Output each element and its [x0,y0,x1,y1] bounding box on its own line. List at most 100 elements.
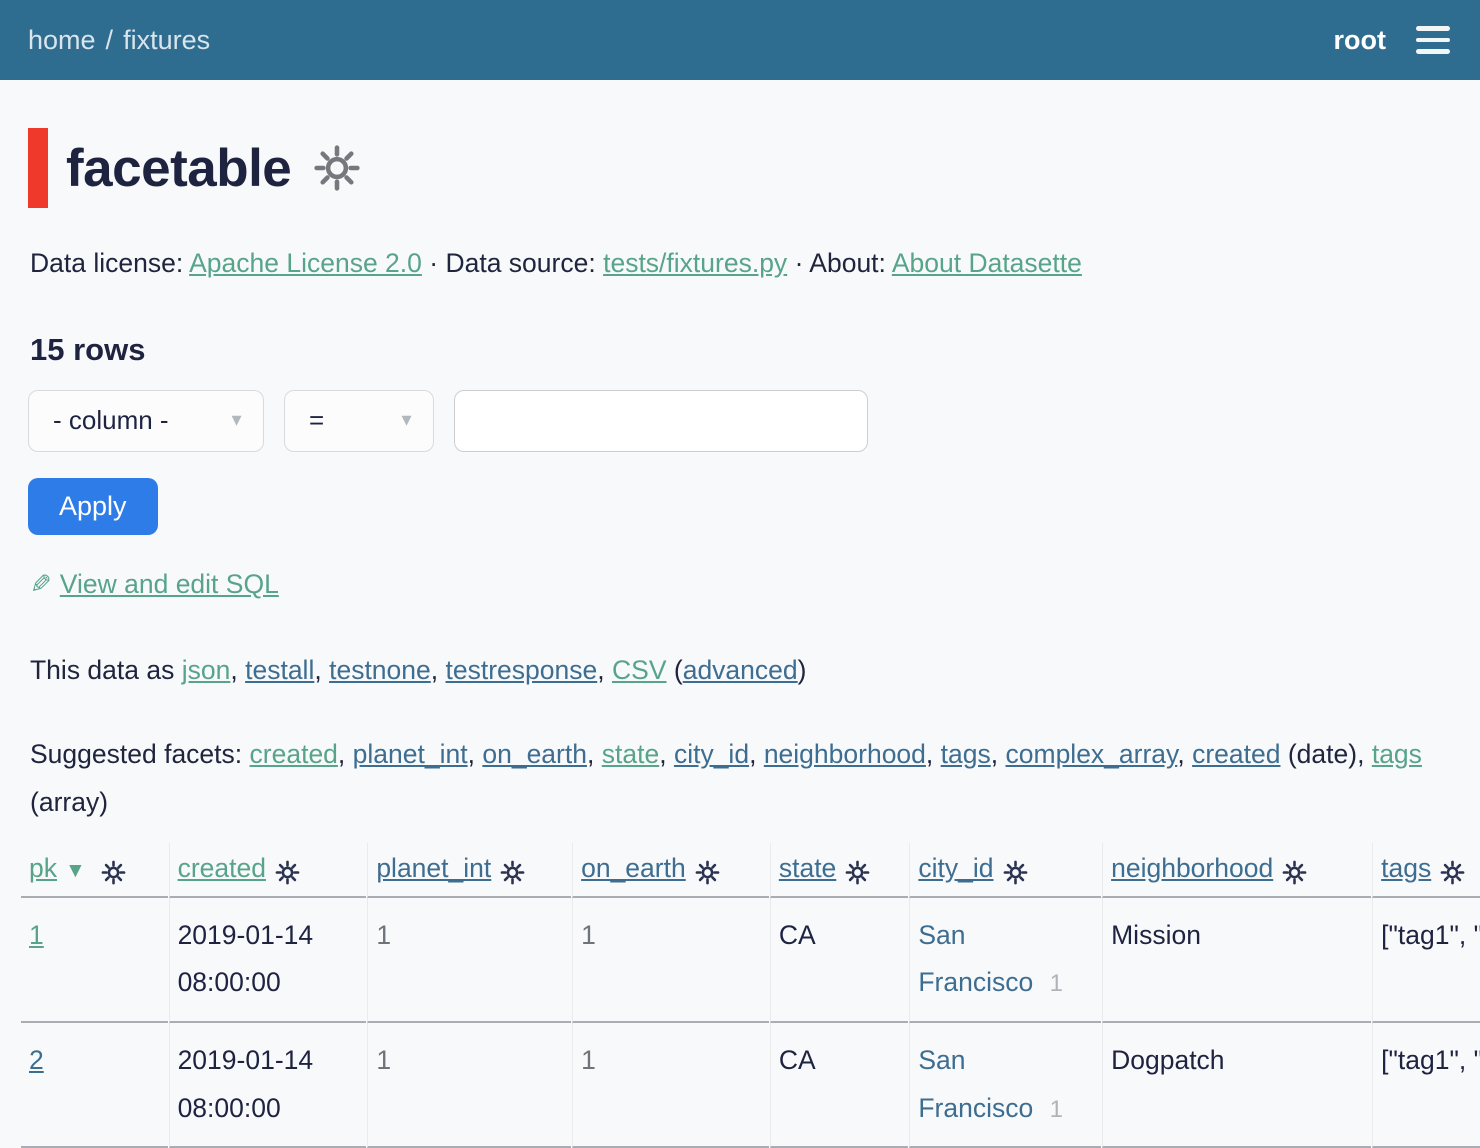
column-city-id-sort-link[interactable]: city_id [918,853,993,883]
comma: , [468,739,475,769]
facet-array-suffix: (array) [30,787,108,817]
comma: , [338,739,345,769]
comma: , [587,739,594,769]
column-state-gear-icon[interactable] [844,859,871,886]
export-advanced-link[interactable]: advanced [683,655,798,685]
facet-planet-int-link[interactable]: planet_int [353,739,468,769]
page-title-row: facetable [28,128,1450,208]
column-header-state: state [770,843,909,898]
city-link[interactable]: San Francisco [918,1045,1033,1123]
column-on-earth-sort-link[interactable]: on_earth [581,853,686,883]
breadcrumb-separator: / [106,25,114,55]
results-table: pk ▼ created planet_int on_earth state ci… [20,843,1480,1148]
cell-pk: 1 [21,898,168,1023]
export-csv-link[interactable]: CSV [612,655,667,685]
comma: , [659,739,666,769]
facet-city-id-link[interactable]: city_id [674,739,749,769]
column-city-id-gear-icon[interactable] [1002,859,1029,886]
facet-tags-array-link[interactable]: tags [1372,739,1422,769]
page-title: facetable [66,138,291,199]
export-json-link[interactable]: json [182,655,231,685]
column-pk-gear-icon[interactable] [100,859,127,886]
paren-open: ( [674,655,683,685]
breadcrumb-fixtures-link[interactable]: fixtures [123,25,210,55]
facet-on-earth-link[interactable]: on_earth [482,739,587,769]
suggested-facets-line: Suggested facets: created, planet_int, o… [30,730,1440,826]
facet-created-date-link[interactable]: created [1192,739,1280,769]
comma: , [1177,739,1184,769]
facet-date-suffix: (date) [1288,739,1357,769]
column-created-sort-link[interactable]: created [178,853,266,883]
breadcrumb: home / fixtures [28,25,210,56]
column-planet-int-gear-icon[interactable] [499,859,526,886]
cell-state: CA [770,898,909,1023]
comma: , [749,739,756,769]
column-header-planet-int: planet_int [367,843,571,898]
hamburger-bar [1416,26,1450,31]
license-link[interactable]: Apache License 2.0 [189,248,422,278]
facet-tags-link[interactable]: tags [941,739,991,769]
column-on-earth-gear-icon[interactable] [694,859,721,886]
column-tags-sort-link[interactable]: tags [1381,853,1431,883]
meta-separator: · [429,248,438,278]
column-header-created: created [169,843,367,898]
chevron-down-icon: ▼ [228,410,245,430]
cell-city-id: San Francisco 1 [909,898,1101,1023]
apply-button[interactable]: Apply [28,478,158,535]
cell-created: 2019-01-14 08:00:00 [169,898,367,1023]
sql-link-line: ✎View and edit SQL [30,565,1450,605]
cell-on-earth: 1 [572,898,769,1023]
facet-complex-array-link[interactable]: complex_array [1006,739,1178,769]
comma: , [230,655,237,685]
column-planet-int-sort-link[interactable]: planet_int [376,853,491,883]
comma: , [431,655,438,685]
export-testall-link[interactable]: testall [245,655,314,685]
row-pk-link[interactable]: 1 [29,920,44,950]
filter-column-select[interactable]: - column - ▼ [28,390,264,452]
about-link[interactable]: About Datasette [892,248,1082,278]
view-edit-sql-link[interactable]: View and edit SQL [60,569,279,599]
table-row: 1 2019-01-14 08:00:00 1 1 CA San Francis… [21,898,1480,1023]
about-label: About: [809,248,886,278]
comma: , [926,739,933,769]
export-formats-line: This data as json, testall, testnone, te… [30,651,1450,691]
column-neighborhood-sort-link[interactable]: neighborhood [1111,853,1273,883]
source-label: Data source: [445,248,595,278]
paren-close: ) [798,655,807,685]
comma: , [991,739,998,769]
table-settings-gear-icon[interactable] [311,142,363,194]
column-created-gear-icon[interactable] [274,859,301,886]
cell-tags: ["tag1", "tag2"] [1372,898,1480,1023]
column-state-sort-link[interactable]: state [779,853,836,883]
column-header-tags: tags [1372,843,1480,898]
city-raw-id: 1 [1050,970,1063,997]
export-testresponse-link[interactable]: testresponse [446,655,598,685]
meta-separator: · [795,248,804,278]
table-header-row: pk ▼ created planet_int on_earth state ci… [21,843,1480,898]
row-pk-link[interactable]: 2 [29,1045,44,1075]
city-raw-id: 1 [1050,1096,1063,1123]
column-header-neighborhood: neighborhood [1102,843,1371,898]
row-count-heading: 15 rows [30,332,1450,368]
comma: , [314,655,321,685]
comma: , [597,655,604,685]
facet-created-link[interactable]: created [250,739,338,769]
column-pk-sort-link[interactable]: pk [29,853,57,883]
filter-value-input[interactable] [454,390,868,452]
facet-neighborhood-link[interactable]: neighborhood [764,739,926,769]
column-header-pk: pk ▼ [21,843,168,898]
export-testnone-link[interactable]: testnone [329,655,431,685]
source-link[interactable]: tests/fixtures.py [603,248,787,278]
hamburger-menu-icon[interactable] [1414,22,1452,58]
cell-planet-int: 1 [367,898,571,1023]
breadcrumb-home-link[interactable]: home [28,25,96,55]
hamburger-bar [1416,38,1450,43]
filter-operator-select[interactable]: = ▼ [284,390,434,452]
city-link[interactable]: San Francisco [918,920,1033,998]
user-menu-root[interactable]: root [1334,25,1386,56]
dataset-meta-line: Data license: Apache License 2.0 · Data … [30,244,1450,284]
facet-state-link[interactable]: state [602,739,659,769]
column-tags-gear-icon[interactable] [1439,859,1466,886]
column-neighborhood-gear-icon[interactable] [1281,859,1308,886]
sort-desc-icon: ▼ [65,859,86,882]
